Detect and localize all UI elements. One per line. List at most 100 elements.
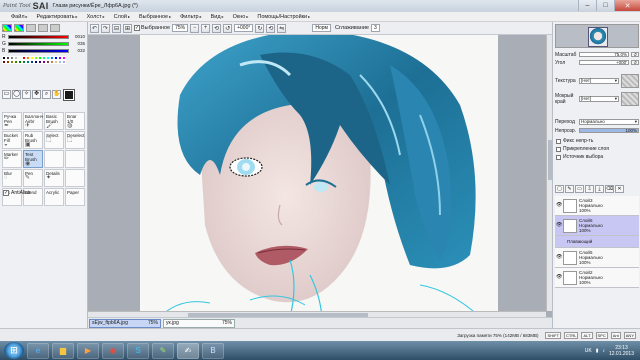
- tool-slot[interactable]: [44, 150, 64, 168]
- tool-slot[interactable]: Marker ✏: [2, 150, 22, 168]
- slider-r-track[interactable]: [8, 34, 69, 39]
- rgb-slider-icon[interactable]: [14, 24, 24, 32]
- selection-checkbox[interactable]: ✓ Выбранное: [134, 25, 170, 31]
- chrome-icon[interactable]: ◉: [102, 342, 124, 359]
- vk-icon[interactable]: В: [202, 342, 224, 359]
- visibility-icon[interactable]: 👁: [556, 223, 562, 228]
- color-swatch-fgbg[interactable]: [64, 90, 80, 104]
- stabilizer-field[interactable]: 3: [370, 24, 380, 32]
- layer-item[interactable]: 👁 Слой6 Нормально 100%: [555, 216, 639, 236]
- tool-slot[interactable]: Ручка Pen ✒: [2, 112, 22, 130]
- tool-slot[interactable]: Bucket Fill ◒: [2, 131, 22, 149]
- tool-slot[interactable]: Select ⬚: [44, 131, 64, 149]
- scale-field[interactable]: 75.0%: [579, 52, 629, 57]
- zoom-field[interactable]: 75%: [172, 24, 189, 32]
- canvas-area[interactable]: [88, 35, 552, 317]
- slider-b-track[interactable]: [8, 48, 69, 53]
- ie-icon[interactable]: e: [27, 342, 49, 359]
- mode-field[interactable]: Норм: [312, 24, 331, 32]
- new-linework-icon[interactable]: ✎: [565, 185, 574, 193]
- tool-slot[interactable]: [65, 150, 85, 168]
- menu-layer[interactable]: Слой ▸: [111, 14, 133, 20]
- scale-reset-button[interactable]: ↺: [631, 52, 639, 57]
- layer-item[interactable]: 👁 Слой5 Нормально 100%: [555, 248, 639, 268]
- menu-edit[interactable]: Редактировать ▸: [34, 14, 81, 20]
- menu-window[interactable]: Окно ▸: [230, 14, 252, 20]
- rect-select-icon[interactable]: ▭: [2, 90, 11, 99]
- flip-icon[interactable]: ⇋: [277, 23, 287, 33]
- transfer-down-icon[interactable]: ⇩: [585, 185, 594, 193]
- tool-slot[interactable]: Влаг 1/0 ◍: [65, 112, 85, 130]
- swatches-icon[interactable]: [38, 24, 48, 32]
- tool-slot[interactable]: Details ✦: [44, 169, 64, 187]
- tool-slot[interactable]: Blur ◌: [2, 169, 22, 187]
- canvas-artwork[interactable]: [140, 35, 498, 317]
- menu-canvas[interactable]: Холст ▸: [84, 14, 108, 20]
- magic-wand-icon[interactable]: ✧: [22, 90, 31, 99]
- visibility-icon[interactable]: 👁: [556, 203, 562, 208]
- menu-file[interactable]: Файл ▸: [8, 14, 31, 20]
- layer-item[interactable]: 👁 Слой3 Нормально 100%: [555, 196, 639, 216]
- tool-slot[interactable]: Deselect ⬚: [65, 131, 85, 149]
- tool-slot[interactable]: Rub Brush ▣: [23, 131, 43, 149]
- color-swatch[interactable]: [62, 60, 66, 64]
- texture-dropdown[interactable]: [Нет] ▾: [579, 78, 619, 84]
- new-layer-icon[interactable]: ▢: [555, 185, 564, 193]
- minimize-button[interactable]: –: [578, 0, 596, 11]
- visibility-icon[interactable]: 👁: [556, 255, 562, 260]
- network-icon[interactable]: ▮: [596, 348, 599, 354]
- zoom-tool-icon[interactable]: ⌕: [42, 90, 51, 99]
- tool-slot[interactable]: Paper: [65, 188, 85, 206]
- hand-icon[interactable]: ✋: [52, 90, 61, 99]
- volume-icon[interactable]: ♪: [602, 348, 605, 354]
- selection-source-checkbox[interactable]: Источник выбора: [556, 154, 603, 160]
- navigator-preview[interactable]: [555, 24, 639, 48]
- clock[interactable]: 23:13 12.01.2013: [609, 345, 634, 357]
- start-button[interactable]: ⊞: [4, 342, 24, 359]
- blend-mode-dropdown[interactable]: Нормально ▾: [579, 118, 639, 125]
- antialias-checkbox[interactable]: ✓ AntiAlias: [3, 190, 30, 196]
- tool-slot[interactable]: Pen ✎: [23, 169, 43, 187]
- layer-item[interactable]: 👁 Слой2 Нормально 100%: [555, 268, 639, 288]
- clipping-checkbox[interactable]: Прикрепление слоя: [556, 146, 609, 152]
- angle-field[interactable]: +000°: [234, 24, 254, 32]
- menu-selection[interactable]: Выбранное ▸: [136, 14, 174, 20]
- deselect-icon[interactable]: ⊟: [112, 23, 121, 33]
- slider-b[interactable]: B 032: [0, 47, 87, 54]
- angle-reset-button[interactable]: ↺: [631, 60, 639, 65]
- slider-g-track[interactable]: [8, 41, 69, 46]
- undo-icon[interactable]: ↶: [90, 23, 99, 33]
- clear-layer-icon[interactable]: ⌫: [605, 185, 614, 193]
- tool-slot[interactable]: Basic Brush 🖌: [44, 112, 64, 130]
- skype-icon[interactable]: S: [127, 342, 149, 359]
- media-icon[interactable]: ▶: [77, 342, 99, 359]
- sai-icon[interactable]: ✍: [177, 342, 199, 359]
- angle-field[interactable]: +000': [579, 60, 629, 65]
- color-wheel-icon[interactable]: [2, 24, 12, 32]
- close-button[interactable]: ✕: [614, 0, 640, 11]
- merge-down-icon[interactable]: ⤓: [595, 185, 604, 193]
- move-icon[interactable]: ✥: [32, 90, 41, 99]
- visibility-icon[interactable]: 👁: [556, 275, 562, 280]
- rotate-left-icon[interactable]: ↺: [223, 23, 233, 33]
- doc-tab-2[interactable]: yк.jpg 75%: [163, 318, 235, 328]
- slider-g[interactable]: G 035: [0, 40, 87, 47]
- invert-selection-icon[interactable]: ⊞: [123, 23, 132, 33]
- preserve-opacity-checkbox[interactable]: Фикс непр-ть: [556, 138, 593, 144]
- reset-zoom-icon[interactable]: ⟲: [212, 23, 222, 33]
- tool-slot[interactable]: Test Brush ◉: [23, 150, 43, 168]
- zoom-out-icon[interactable]: −: [190, 23, 200, 33]
- hsv-slider-icon[interactable]: [26, 24, 36, 32]
- foreground-color[interactable]: [64, 90, 74, 100]
- reset-rotation-icon[interactable]: ⟲: [266, 23, 276, 33]
- floating-layer[interactable]: Плавающий: [555, 236, 639, 248]
- new-folder-icon[interactable]: ▭: [575, 185, 584, 193]
- menu-help[interactable]: Помощь/Настройки ▸: [254, 14, 313, 20]
- rotate-right-icon[interactable]: ↻: [255, 23, 265, 33]
- maximize-button[interactable]: □: [596, 0, 614, 11]
- menu-filter[interactable]: Фильтр ▸: [177, 14, 205, 20]
- paint-icon[interactable]: ✎: [152, 342, 174, 359]
- lasso-icon[interactable]: ◯: [12, 90, 21, 99]
- edge-dropdown[interactable]: [Нет] ▾: [579, 96, 619, 102]
- redo-icon[interactable]: ↷: [101, 23, 110, 33]
